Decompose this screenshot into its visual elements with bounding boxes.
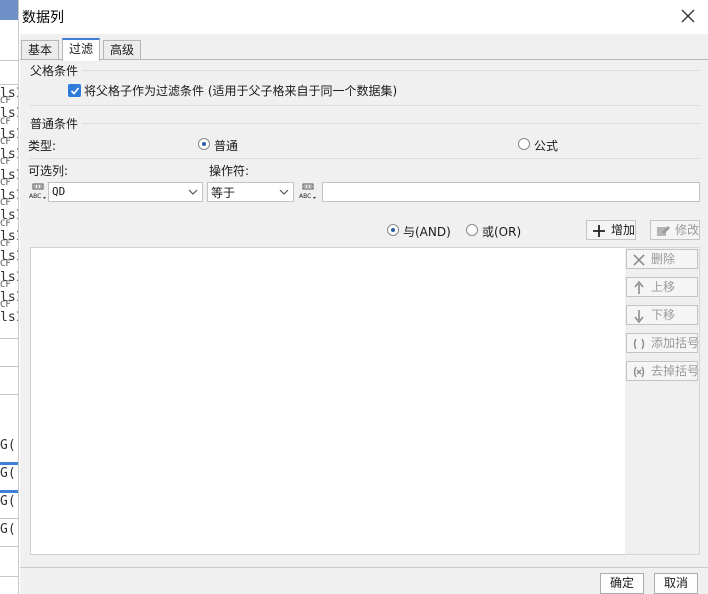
- background-selection: [0, 462, 18, 465]
- tab-filter[interactable]: 过滤: [62, 38, 101, 61]
- move-down-button-label: 下移: [651, 308, 676, 322]
- move-up-button-label: 上移: [651, 280, 676, 294]
- dialog-title: 数据列: [22, 10, 64, 26]
- parent-filter-label: 将父格子作为过滤条件 (适用于父子格来自于同一个数据集): [84, 84, 398, 98]
- tab-basic[interactable]: 基本: [21, 40, 60, 60]
- normal-condition-header: 普通条件: [30, 117, 79, 131]
- background-selection: [0, 490, 18, 493]
- background-gridline: [0, 546, 18, 547]
- edit-button-label: 修改: [675, 223, 700, 237]
- title-bar: 数据列: [20, 0, 708, 34]
- column-select[interactable]: QD: [48, 182, 203, 202]
- add-button-label: 增加: [611, 223, 636, 237]
- tab-advanced[interactable]: 高级: [103, 40, 142, 60]
- cancel-button[interactable]: 取消: [654, 573, 698, 594]
- divider: [82, 123, 700, 124]
- operator-select-value: 等于: [211, 186, 236, 200]
- background-gridline: [0, 576, 18, 577]
- arrow-down-icon: [631, 308, 647, 324]
- value-input[interactable]: [322, 182, 700, 202]
- chevron-down-icon: [184, 183, 202, 201]
- edit-button[interactable]: 修改: [650, 220, 700, 240]
- type-label: 类型:: [28, 139, 57, 153]
- operator-label: 操作符:: [209, 164, 250, 178]
- data-column-dialog: 数据列 基本 过滤 高级 父格条件 将父格子作为过滤条件 (适用于父子格来自于同…: [20, 0, 708, 594]
- delete-button-label: 删除: [651, 252, 676, 266]
- logic-and-label: 与(AND): [403, 225, 451, 239]
- operator-select[interactable]: 等于: [207, 182, 294, 202]
- logic-or-label: 或(OR): [482, 225, 522, 239]
- column-label: 可选列:: [28, 164, 69, 178]
- background-cell: CF: [0, 300, 11, 311]
- svg-text:ABC: ABC: [29, 193, 41, 200]
- close-icon[interactable]: [678, 6, 698, 26]
- parent-condition-header: 父格条件: [30, 64, 79, 78]
- ok-button[interactable]: 确定: [600, 573, 644, 594]
- background-spreadsheet: ls1CFls1CFls1CFls1CFls1CFls1CFls1CFls1CF…: [0, 0, 19, 594]
- divider: [82, 70, 700, 71]
- background-gridline: [0, 338, 18, 339]
- plus-icon: [591, 223, 607, 239]
- move-up-button[interactable]: 上移: [626, 277, 698, 297]
- background-cell: CF: [0, 137, 11, 147]
- column-type-icon[interactable]: ABC: [28, 182, 48, 202]
- add-bracket-button-label: 添加括号: [651, 336, 700, 350]
- add-button[interactable]: 增加: [586, 220, 636, 240]
- parent-filter-checkbox[interactable]: [68, 84, 81, 97]
- background-cell: G(: [0, 466, 16, 481]
- background-cell: CF: [0, 279, 11, 290]
- logic-or-radio[interactable]: [466, 224, 478, 236]
- dialog-footer: 确定 取消: [20, 567, 708, 594]
- type-formula-radio[interactable]: [518, 138, 530, 150]
- background-cell: CF: [0, 259, 11, 270]
- background-cell: G(: [0, 494, 16, 509]
- background-cell: CF: [0, 198, 11, 209]
- filter-panel: 父格条件 将父格子作为过滤条件 (适用于父子格来自于同一个数据集) 普通条件 类…: [20, 59, 708, 567]
- condition-list[interactable]: [30, 247, 626, 555]
- type-normal-label: 普通: [214, 139, 239, 153]
- background-cell: CF: [0, 157, 11, 168]
- background-cell: G(: [0, 522, 16, 537]
- background-gridline: [0, 518, 18, 519]
- move-down-button[interactable]: 下移: [626, 305, 698, 325]
- type-formula-label: 公式: [534, 139, 559, 153]
- background-cell: CF: [0, 239, 11, 249]
- divider: [30, 105, 700, 106]
- edit-icon: [655, 223, 671, 239]
- add-bracket-button[interactable]: 添加括号: [626, 333, 700, 353]
- type-normal-radio[interactable]: [198, 138, 210, 150]
- background-gridline: [0, 84, 18, 85]
- tab-bar: 基本 过滤 高级: [20, 38, 708, 61]
- remove-bracket-button-label: 去掉括号: [651, 364, 700, 378]
- background-gridline: [0, 60, 18, 61]
- background-header: [0, 0, 18, 20]
- chevron-down-icon: [275, 183, 293, 201]
- remove-brackets-icon: [631, 364, 647, 380]
- remove-bracket-button[interactable]: 去掉括号: [626, 361, 700, 381]
- value-type-icon[interactable]: ABC: [298, 182, 318, 202]
- column-select-value: QD: [52, 185, 66, 198]
- divider: [30, 158, 700, 159]
- background-cell: CF: [0, 116, 11, 127]
- delete-icon: [631, 252, 647, 268]
- background-cell: CF: [0, 218, 11, 229]
- background-cell: CF: [0, 96, 11, 107]
- svg-text:ABC: ABC: [299, 193, 311, 200]
- brackets-icon: [631, 336, 647, 352]
- background-gridline: [0, 366, 18, 367]
- background-cell: ls1: [0, 310, 18, 326]
- arrow-up-icon: [631, 280, 647, 296]
- background-gridline: [0, 394, 18, 395]
- delete-button[interactable]: 删除: [626, 249, 698, 269]
- logic-and-radio[interactable]: [387, 224, 399, 236]
- background-cell: G(: [0, 438, 16, 453]
- condition-actions: 删除 上移 下移 添加括号 去掉括号: [625, 247, 700, 555]
- background-cell: CF: [0, 177, 11, 188]
